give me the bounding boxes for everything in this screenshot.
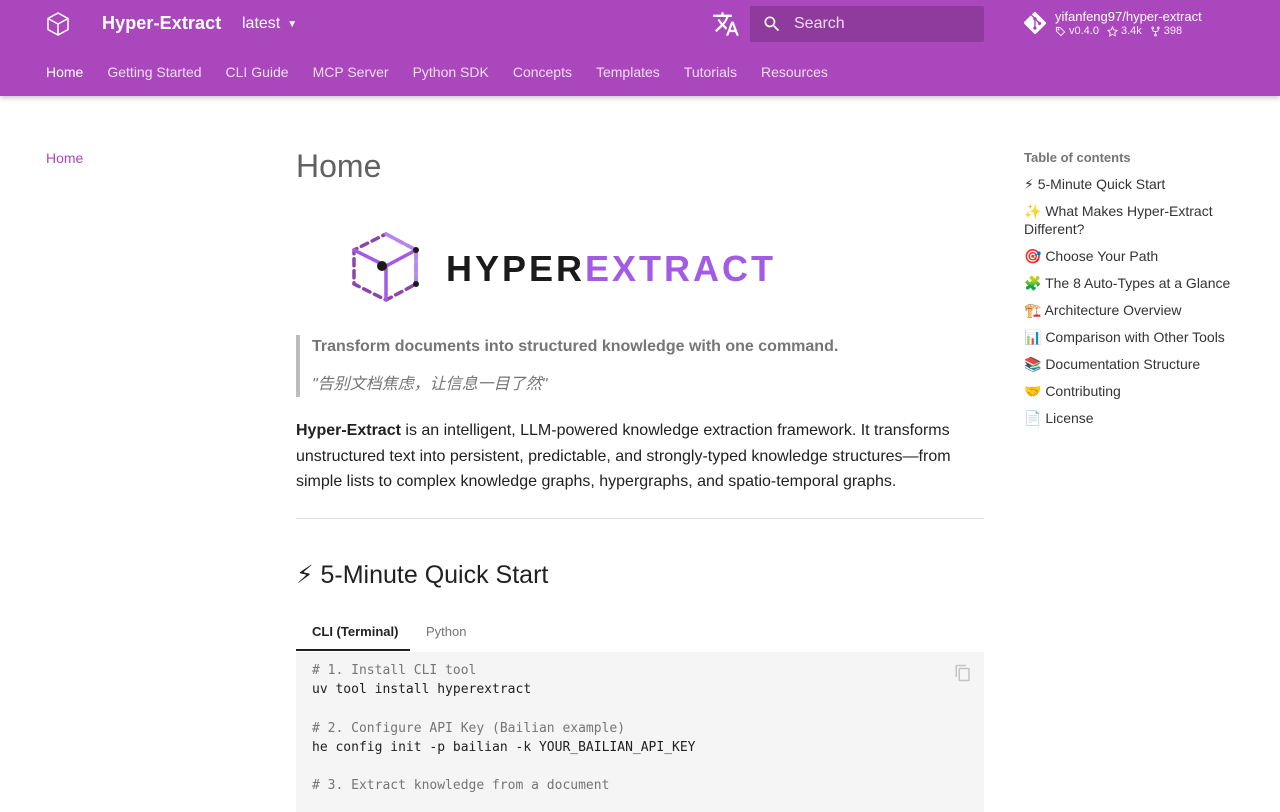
- table-of-contents: Table of contents ⚡ 5-Minute Quick Start…: [1024, 150, 1244, 436]
- section-heading-quick-start: ⚡ 5-Minute Quick Start: [296, 561, 549, 589]
- code-line: # 2. Configure API Key (Bailian example): [312, 721, 626, 736]
- code-block: # 1. Install CLI tool uv tool install hy…: [296, 652, 984, 812]
- version-label: latest: [242, 15, 281, 32]
- top-header: Hyper-Extract latest ▼ Search yifanfeng9…: [0, 0, 1280, 96]
- repo-version: v0.4.0: [1055, 25, 1099, 37]
- repo-facts: v0.4.0 3.4k 398: [1055, 25, 1182, 37]
- page-title: Home: [296, 148, 382, 184]
- active-tab-indicator: [296, 649, 410, 651]
- hyperextract-cube-icon: [352, 232, 419, 302]
- version-selector[interactable]: latest ▼: [242, 15, 297, 33]
- search-input[interactable]: Search: [794, 15, 845, 33]
- tab-python-sdk[interactable]: Python SDK: [413, 64, 489, 80]
- git-icon: [1024, 12, 1046, 34]
- toc-item-what-makes-different[interactable]: ✨ What Makes Hyper-Extract Different?: [1024, 202, 1244, 238]
- toc-item-comparison[interactable]: 📊 Comparison with Other Tools: [1024, 328, 1244, 346]
- logo-icon[interactable]: [44, 10, 72, 38]
- brand-wordmark-hyper: HYPER: [446, 248, 586, 289]
- brand-wordmark: HYPEREXTRACT: [446, 248, 776, 290]
- sidebar-item-home[interactable]: Home: [46, 150, 83, 166]
- intro-bold: Hyper-Extract: [296, 422, 401, 439]
- toc-item-architecture[interactable]: 🏗️ Architecture Overview: [1024, 301, 1244, 319]
- toc-item-quick-start[interactable]: ⚡ 5-Minute Quick Start: [1024, 175, 1244, 193]
- tab-tutorials[interactable]: Tutorials: [684, 64, 737, 80]
- repo-forks-label: 398: [1163, 25, 1183, 37]
- repo-stars-label: 3.4k: [1120, 25, 1142, 37]
- code-line: he config init -p bailian -k YOUR_BAILIA…: [312, 740, 696, 755]
- toc-item-choose-path[interactable]: 🎯 Choose Your Path: [1024, 247, 1244, 265]
- tab-python[interactable]: Python: [426, 624, 466, 639]
- tab-concepts[interactable]: Concepts: [513, 64, 572, 80]
- tab-mcp-server[interactable]: MCP Server: [313, 64, 389, 80]
- repo-stars: 3.4k: [1106, 25, 1142, 37]
- brand-logo: HYPEREXTRACT: [348, 230, 788, 302]
- code-line: uv tool install hyperextract: [312, 682, 532, 697]
- toc-item-auto-types[interactable]: 🧩 The 8 Auto-Types at a Glance: [1024, 274, 1244, 292]
- site-title[interactable]: Hyper-Extract: [102, 13, 221, 34]
- divider: [296, 518, 984, 519]
- star-icon: [1106, 25, 1118, 37]
- code-tabs: CLI (Terminal) Python: [296, 610, 984, 653]
- repo-name: yifanfeng97/hyper-extract: [1055, 9, 1202, 24]
- tagline-english: Transform documents into structured know…: [312, 338, 839, 355]
- toc-item-contributing[interactable]: 🤝 Contributing: [1024, 382, 1244, 400]
- tab-getting-started[interactable]: Getting Started: [107, 64, 201, 80]
- tab-cli-guide[interactable]: CLI Guide: [226, 64, 289, 80]
- repo-forks: 398: [1150, 25, 1182, 37]
- caret-down-icon: ▼: [287, 18, 298, 30]
- tag-icon: [1055, 26, 1066, 36]
- translate-icon[interactable]: [712, 10, 740, 38]
- main-tabs: Home Getting Started CLI Guide MCP Serve…: [46, 64, 852, 80]
- fork-icon: [1151, 25, 1160, 37]
- toc-item-license[interactable]: 📄 License: [1024, 409, 1244, 427]
- code-line: # 1. Install CLI tool: [312, 663, 477, 678]
- tab-templates[interactable]: Templates: [596, 64, 660, 80]
- brand-wordmark-extract: EXTRACT: [585, 248, 777, 289]
- main-content: Home HYPEREXTRACT Transform documents in…: [296, 140, 984, 812]
- search-icon: [764, 16, 780, 32]
- tagline-quote: Transform documents into structured know…: [296, 335, 984, 397]
- tab-resources[interactable]: Resources: [761, 64, 828, 80]
- toc-title: Table of contents: [1024, 150, 1131, 165]
- intro-paragraph: Hyper-Extract is an intelligent, LLM-pow…: [296, 418, 984, 495]
- copy-icon[interactable]: [954, 664, 972, 682]
- tagline-chinese: "告别文档焦虑，让信息一目了然": [312, 376, 548, 393]
- tab-cli-terminal[interactable]: CLI (Terminal): [312, 624, 398, 639]
- repo-version-label: v0.4.0: [1069, 25, 1099, 37]
- code-line: # 3. Extract knowledge from a document: [312, 778, 610, 793]
- tab-home[interactable]: Home: [46, 64, 83, 80]
- search-box[interactable]: Search: [750, 6, 984, 42]
- toc-item-documentation-structure[interactable]: 📚 Documentation Structure: [1024, 355, 1244, 373]
